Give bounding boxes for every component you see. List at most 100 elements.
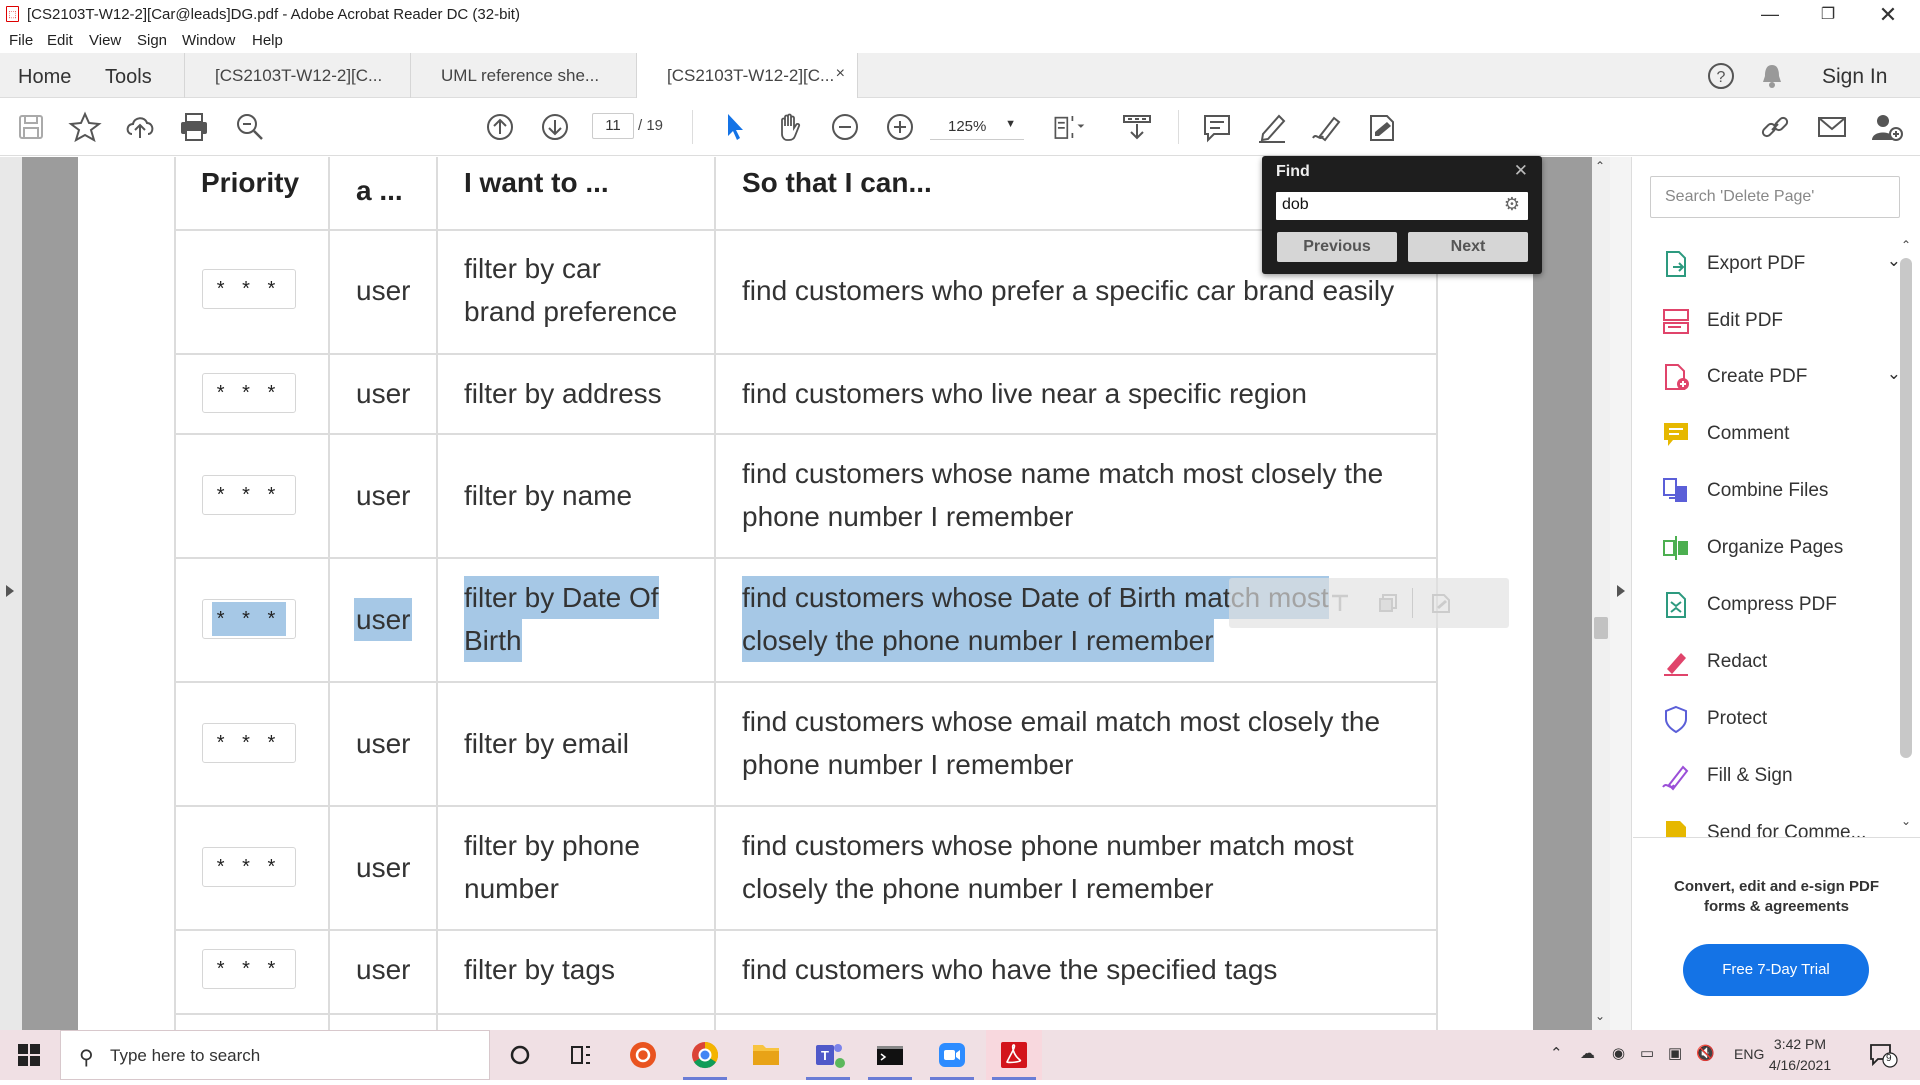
tool-compress-pdf[interactable]: Compress PDF (1661, 590, 1901, 620)
free-trial-button[interactable]: Free 7-Day Trial (1683, 944, 1869, 996)
scroll-down-icon[interactable]: ⌄ (1595, 1009, 1605, 1023)
teams-icon[interactable]: T (800, 1030, 856, 1080)
compress-pdf-icon (1661, 590, 1691, 620)
highlight-pen-icon[interactable] (1255, 110, 1289, 144)
zoom-select[interactable]: 125% ▼ (930, 112, 1024, 140)
zoom-out-icon[interactable] (828, 110, 862, 144)
tools-search-input[interactable]: Search 'Delete Page' (1650, 176, 1900, 218)
network-icon[interactable]: ▣ (1668, 1044, 1682, 1062)
find-next-button[interactable]: Next (1408, 232, 1528, 262)
scrollbar-thumb[interactable] (1900, 258, 1912, 758)
text-tool-icon[interactable] (1329, 592, 1351, 614)
tab-home[interactable]: Home (18, 66, 71, 89)
sign-document-icon[interactable] (1365, 110, 1399, 144)
file-explorer-icon[interactable] (738, 1030, 794, 1080)
sign-in-button[interactable]: Sign In (1822, 65, 1887, 89)
tool-redact[interactable]: Redact (1661, 647, 1901, 677)
tool-fill-sign[interactable]: Fill & Sign (1661, 761, 1901, 791)
document-viewport[interactable]: Priority As a ... I want to ... So that … (22, 157, 1592, 1030)
previous-page-icon[interactable] (483, 110, 517, 144)
search-icon: ⚲ (79, 1047, 94, 1069)
find-input[interactable]: dob (1276, 192, 1528, 220)
document-scrollbar[interactable]: ⌃ ⌄ (1592, 157, 1610, 1030)
close-icon[interactable]: ✕ (1514, 161, 1528, 181)
tab-tools[interactable]: Tools (105, 66, 152, 89)
page-number-input[interactable]: 11 (592, 113, 634, 139)
comment-icon[interactable] (1200, 110, 1234, 144)
select-cursor-icon[interactable] (718, 110, 752, 144)
scroll-mode-icon[interactable] (1120, 110, 1154, 144)
promo-line: Convert, edit and e-sign PDF (1673, 878, 1880, 895)
tool-edit-pdf[interactable]: Edit PDF (1661, 306, 1901, 336)
hand-tool-icon[interactable] (773, 110, 807, 144)
task-view-icon[interactable] (552, 1030, 608, 1080)
help-icon[interactable]: ? (1706, 61, 1736, 91)
zoom-in-icon[interactable] (883, 110, 917, 144)
so-that-cell: closely the phone number I remember (742, 619, 1214, 662)
combine-files-icon (1661, 476, 1691, 506)
taskbar-clock[interactable]: 3:42 PM 4/16/2021 (1760, 1034, 1840, 1076)
taskbar-search-input[interactable]: ⚲ Type here to search (60, 1030, 490, 1080)
priority-badge: * * * (202, 475, 296, 515)
gear-icon[interactable]: ⚙ (1504, 194, 1520, 215)
scroll-up-icon[interactable]: ⌃ (1901, 238, 1911, 252)
share-link-icon[interactable] (1758, 110, 1792, 144)
tools-scrollbar[interactable]: ⌃ ⌄ (1895, 238, 1917, 837)
so-that-cell: phone number I remember (742, 749, 1074, 780)
email-icon[interactable] (1815, 110, 1849, 144)
notifications-icon[interactable]: 9 (1868, 1042, 1898, 1068)
acrobat-icon[interactable] (986, 1030, 1042, 1080)
tool-combine-files[interactable]: Combine Files (1661, 476, 1901, 506)
ubuntu-icon[interactable] (615, 1030, 671, 1080)
restore-button[interactable]: ❐ (1800, 0, 1856, 29)
terminal-icon[interactable] (862, 1030, 918, 1080)
cortana-icon[interactable] (492, 1030, 548, 1080)
menu-sign[interactable]: Sign (137, 32, 167, 49)
page-fit-icon[interactable] (1052, 110, 1092, 144)
search-zoom-icon[interactable] (233, 110, 267, 144)
save-icon[interactable] (14, 110, 48, 144)
sign-document-icon[interactable] (1429, 591, 1453, 615)
want-cell: filter by address (464, 378, 662, 409)
chrome-icon[interactable] (677, 1030, 733, 1080)
menu-window[interactable]: Window (182, 32, 235, 49)
print-icon[interactable] (177, 110, 211, 144)
onedrive-icon[interactable]: ☁ (1580, 1044, 1595, 1062)
find-previous-button[interactable]: Previous (1277, 232, 1397, 262)
want-cell: filter by phone (464, 830, 640, 861)
next-page-icon[interactable] (538, 110, 572, 144)
battery-icon[interactable]: ▭ (1640, 1044, 1654, 1062)
tool-organize-pages[interactable]: Organize Pages (1661, 533, 1901, 563)
tool-protect[interactable]: Protect (1661, 704, 1901, 734)
microphone-icon[interactable]: ◉ (1612, 1044, 1625, 1062)
add-user-icon[interactable] (1870, 110, 1904, 144)
draw-pen-icon[interactable] (1310, 110, 1344, 144)
left-panel-toggle[interactable] (0, 157, 22, 1030)
zoom-icon[interactable] (924, 1030, 980, 1080)
upload-icon[interactable] (123, 110, 157, 144)
document-tab[interactable]: [CS2103T-W12-2][C... (184, 53, 409, 98)
menu-help[interactable]: Help (252, 32, 283, 49)
right-panel-toggle[interactable] (1610, 157, 1632, 1030)
tool-comment[interactable]: Comment (1661, 419, 1901, 449)
chevron-up-icon[interactable]: ⌃ (1550, 1044, 1563, 1062)
document-tab-active[interactable]: [CS2103T-W12-2][C... × (636, 53, 858, 98)
scrollbar-thumb[interactable] (1594, 617, 1608, 639)
tool-send-for-comments[interactable]: Send for Comme... (1661, 818, 1901, 837)
menu-file[interactable]: File (9, 32, 33, 49)
notification-bell-icon[interactable] (1758, 61, 1786, 91)
volume-muted-icon[interactable]: 🔇 (1696, 1044, 1715, 1062)
scroll-up-icon[interactable]: ⌃ (1595, 159, 1605, 173)
close-tab-icon[interactable]: × (836, 65, 845, 83)
menu-edit[interactable]: Edit (47, 32, 73, 49)
menu-view[interactable]: View (89, 32, 121, 49)
copy-icon[interactable] (1377, 592, 1399, 614)
scroll-down-icon[interactable]: ⌄ (1901, 814, 1911, 828)
document-tab[interactable]: UML reference she... (410, 53, 635, 98)
tool-create-pdf[interactable]: Create PDF ⌄ (1661, 362, 1901, 392)
minimize-button[interactable]: — (1742, 0, 1798, 29)
close-window-button[interactable]: ✕ (1860, 0, 1916, 29)
windows-start-icon[interactable] (18, 1044, 40, 1066)
bookmark-star-icon[interactable] (68, 110, 102, 144)
tool-export-pdf[interactable]: Export PDF ⌄ (1661, 249, 1901, 279)
